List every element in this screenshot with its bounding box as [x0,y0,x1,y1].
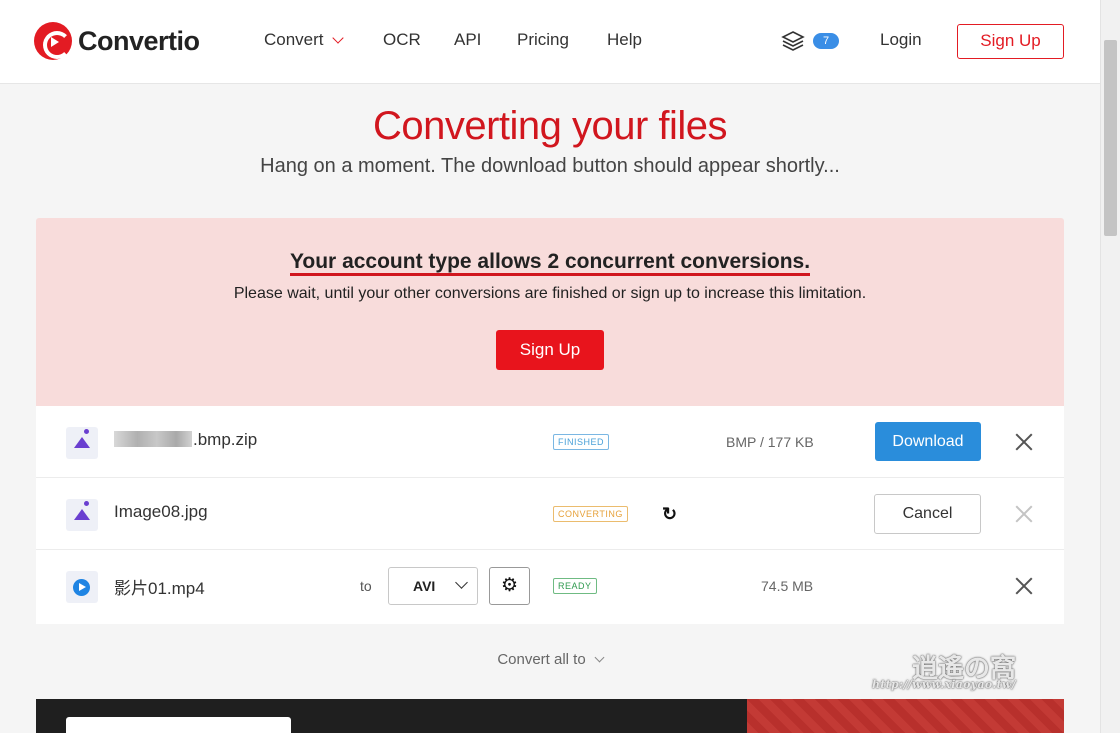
to-label: to [360,578,372,594]
page-subtitle: Hang on a moment. The download button sh… [260,155,840,177]
close-icon[interactable] [1014,431,1034,451]
banner-image [747,699,1064,733]
top-navbar: Convertio Convert OCR API Pricing Help 7… [0,0,1100,84]
format-select[interactable]: AVI [388,567,478,605]
bottom-banner [36,699,1064,733]
nav-convert-menu[interactable]: Convert [264,30,344,50]
file-name: Image08.jpg [114,502,208,521]
convert-all-label: Convert all to [497,651,586,668]
file-meta: 74.5 MB [761,578,814,594]
brand-logo[interactable]: Convertio [34,22,200,60]
chevron-down-icon [594,652,605,663]
status-badge: CONVERTING [553,506,628,522]
files-count-badge: 7 [813,33,839,49]
file-name: .bmp.zip [114,430,257,450]
refresh-spinner-icon: ↻ [662,504,678,524]
nav-help-link[interactable]: Help [607,30,642,50]
cancel-button[interactable]: Cancel [874,494,981,534]
chevron-down-icon [455,576,468,589]
file-row: .bmp.zip FINISHED BMP / 177 KB Download [36,406,1064,478]
file-list: .bmp.zip FINISHED BMP / 177 KB Download … [36,406,1064,624]
image-file-icon [66,427,98,459]
status-badge: FINISHED [553,434,610,450]
file-name: 影片01.mp4 [114,579,205,598]
close-icon[interactable] [1014,503,1034,523]
file-row: 影片01.mp4 to AVI ⚙ READY 74.5 MB [36,550,1064,622]
image-file-icon [66,499,98,531]
video-file-icon [66,571,98,603]
convertio-logo-icon [34,22,72,60]
chevron-down-icon [331,32,344,44]
nav-pricing-link[interactable]: Pricing [517,30,569,50]
banner-panel [66,717,291,733]
status-badge: READY [553,578,597,594]
nav-api-link[interactable]: API [454,30,481,50]
page-title: Converting your files [372,104,728,148]
redacted-filename [114,431,192,447]
download-button[interactable]: Download [875,422,981,461]
brand-name: Convertio [78,25,200,56]
close-icon[interactable] [1014,575,1034,595]
layers-icon[interactable] [781,30,805,52]
file-meta: BMP / 177 KB [726,434,814,450]
watermark: 逍遙の窩 http://www.xiaoyao.tw/ [872,648,1062,694]
format-value: AVI [413,578,436,594]
alert-headline-text: Your account type allows 2 concurrent co… [289,250,811,276]
gear-icon: ⚙ [500,575,519,596]
settings-button[interactable]: ⚙ [489,567,530,605]
concurrency-alert: Your account type allows 2 concurrent co… [36,218,1064,406]
nav-ocr-link[interactable]: OCR [383,30,421,50]
nav-convert-label: Convert [264,30,324,49]
login-link[interactable]: Login [880,30,922,50]
alert-signup-button[interactable]: Sign Up [496,330,604,370]
vertical-scrollbar[interactable] [1100,0,1120,733]
alert-message: Please wait, until your other conversion… [233,285,867,302]
alert-headline: Your account type allows 2 concurrent co… [36,250,1064,276]
header-signup-button[interactable]: Sign Up [957,24,1064,59]
watermark-url: http://www.xiaoyao.tw/ [872,678,1016,691]
scrollbar-thumb[interactable] [1104,40,1117,236]
